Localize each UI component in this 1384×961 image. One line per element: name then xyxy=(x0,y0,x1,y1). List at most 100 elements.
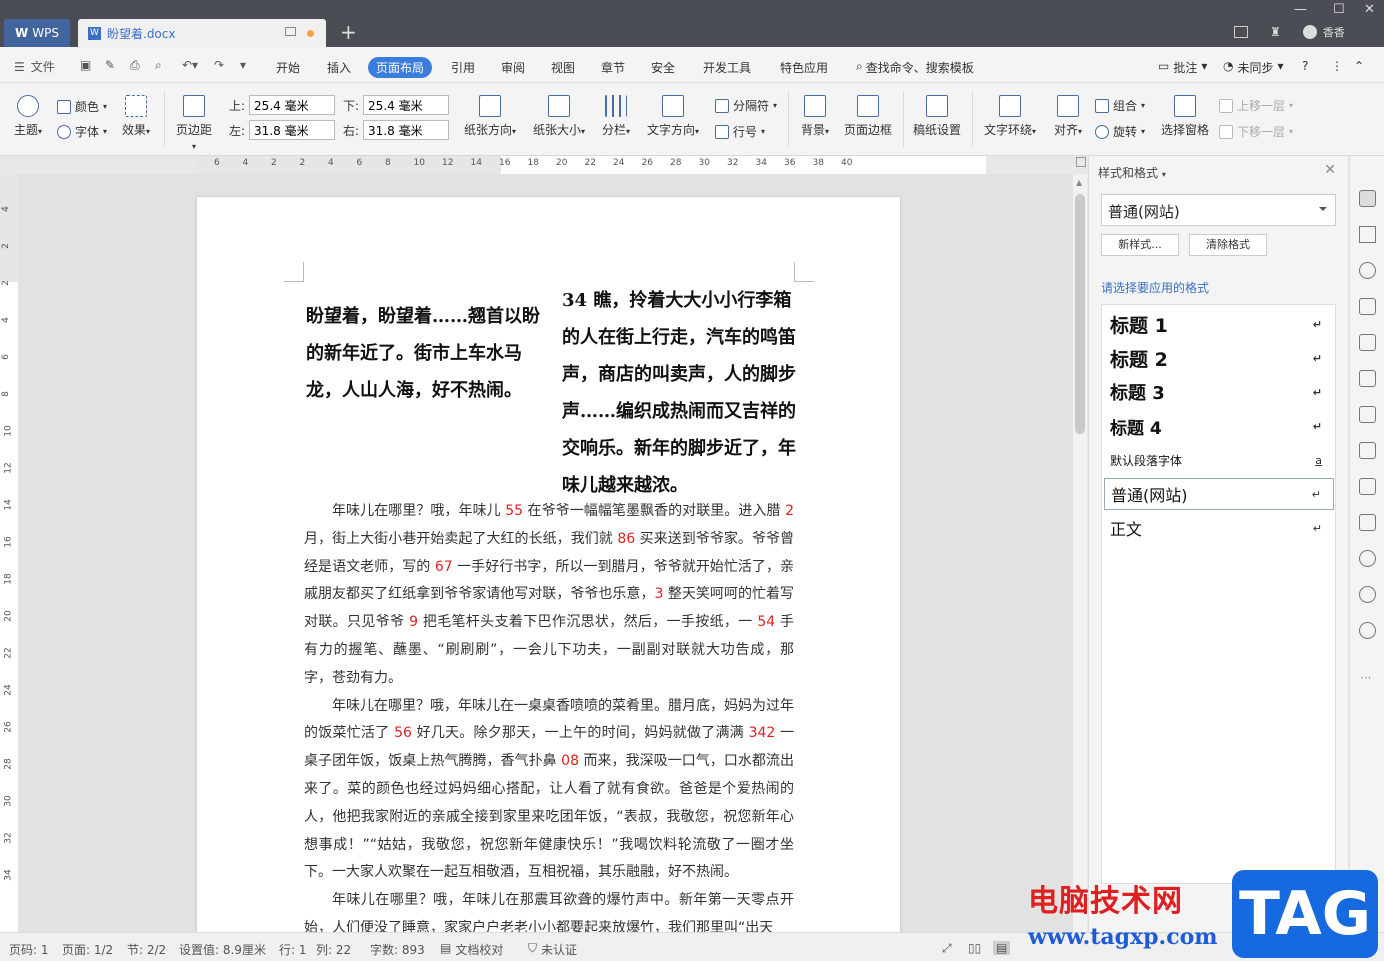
shapes-icon[interactable] xyxy=(1359,262,1376,279)
history-icon[interactable] xyxy=(1359,586,1376,603)
undo-icon[interactable]: ↶▾ xyxy=(182,58,198,72)
select-cursor-icon[interactable] xyxy=(1359,226,1376,243)
scroll-up-icon[interactable]: ▲ xyxy=(1076,178,1082,187)
menu-home[interactable]: 开始 xyxy=(276,59,300,76)
monitor-icon[interactable] xyxy=(285,27,296,36)
column1-heading-text[interactable]: 盼望着，盼望着……翘首以盼的新年近了。街市上车水马龙，人山人海，好不热闹。 xyxy=(306,298,542,409)
translate-icon[interactable] xyxy=(1359,442,1376,459)
print-preview-icon[interactable]: ⌕ xyxy=(155,58,162,73)
status-section[interactable]: 节: 2/2 xyxy=(127,941,166,958)
status-page-number[interactable]: 页码: 1 xyxy=(9,941,49,958)
redo-icon[interactable]: ↷ xyxy=(214,58,224,72)
help-icon[interactable]: ? xyxy=(1302,59,1308,73)
line-number-button[interactable]: 行号 ▾ xyxy=(715,123,765,140)
status-line[interactable]: 行: 1 xyxy=(279,941,307,958)
margins-button[interactable]: 页边距▾ xyxy=(174,95,214,152)
vertical-ruler[interactable]: 4 2 2 4 6 8 10 12 14 16 18 20 22 24 26 28 30 32 34 xyxy=(0,174,18,932)
archive-icon[interactable] xyxy=(1359,478,1376,495)
style-normal-web[interactable]: 普通(网站) ↵ xyxy=(1104,478,1334,510)
theme-button[interactable]: 主题▾ xyxy=(12,95,44,138)
menu-chapter[interactable]: 章节 xyxy=(601,59,625,76)
file-menu[interactable]: ☰ 文件 xyxy=(14,58,55,75)
adjust-icon[interactable] xyxy=(1359,370,1376,387)
orientation-button[interactable]: 纸张方向▾ xyxy=(462,95,518,138)
style-heading-4[interactable]: 标题 4 ↵ xyxy=(1104,410,1334,442)
page-view-icon[interactable]: ▤ xyxy=(993,941,1011,955)
more-horizontal-icon[interactable]: ··· xyxy=(1360,671,1371,685)
collapse-ribbon-icon[interactable]: ⌃ xyxy=(1354,59,1364,73)
rotate-button[interactable]: 旋转 ▾ xyxy=(1095,123,1145,140)
clear-format-button[interactable]: 清除格式 xyxy=(1189,234,1267,256)
fullscreen-icon[interactable]: ⤢ xyxy=(942,941,952,956)
send-backward-button[interactable]: 下移一层 ▾ xyxy=(1219,123,1293,140)
help-circle-icon[interactable] xyxy=(1359,622,1376,639)
color-button[interactable]: 颜色 ▾ xyxy=(57,98,107,115)
new-style-button[interactable]: 新样式... xyxy=(1101,234,1179,256)
maximize-icon[interactable]: ☐ xyxy=(1333,2,1345,17)
ruler-corner-icon[interactable] xyxy=(1076,157,1086,167)
style-heading-1[interactable]: 标题 1 ↵ xyxy=(1104,308,1334,340)
menu-view[interactable]: 视图 xyxy=(551,59,575,76)
annotate-button[interactable]: ▭ 批注 ▾ xyxy=(1158,59,1207,76)
page-border-button[interactable]: 页面边框 xyxy=(843,95,893,138)
document-tab[interactable]: W 盼望着.docx xyxy=(78,19,326,47)
paragraph-1[interactable]: 年味儿在哪里？哦，年味儿 55 在爷爷一幅幅笔墨飘香的对联里。进入腊 2 月，街… xyxy=(304,498,794,693)
style-body-text[interactable]: 正文 ↵ xyxy=(1104,512,1334,544)
command-search[interactable]: ⌕ 查找命令、搜索模板 xyxy=(856,59,974,76)
menu-security[interactable]: 安全 xyxy=(651,59,675,76)
window-count-icon[interactable] xyxy=(1234,26,1248,38)
sync-button[interactable]: ◔ 未同步 ▾ xyxy=(1223,59,1284,76)
document-body[interactable]: 年味儿在哪里？哦，年味儿 55 在爷爷一幅幅笔墨飘香的对联里。进入腊 2 月，街… xyxy=(304,498,794,943)
vertical-scrollbar[interactable]: ▲ xyxy=(1073,174,1087,932)
status-column[interactable]: 列: 22 xyxy=(316,941,351,958)
align-button[interactable]: 对齐▾ xyxy=(1050,95,1086,138)
skin-icon[interactable]: ♜ xyxy=(1270,25,1281,39)
print-icon[interactable]: ⎙ xyxy=(130,58,140,73)
panel-close-icon[interactable]: ✕ xyxy=(1324,162,1336,178)
image-gallery-icon[interactable] xyxy=(1359,406,1376,423)
menu-page-layout[interactable]: 页面布局 xyxy=(368,57,433,78)
bring-forward-button[interactable]: 上移一层 ▾ xyxy=(1219,97,1293,114)
panel-title[interactable]: 样式和格式 ▾ xyxy=(1098,164,1166,181)
menu-references[interactable]: 引用 xyxy=(451,59,475,76)
style-heading-2[interactable]: 标题 2 ↵ xyxy=(1104,342,1334,374)
separator-button[interactable]: 分隔符 ▾ xyxy=(715,97,777,114)
reading-mode-icon[interactable]: ▯▯ xyxy=(968,941,981,955)
status-setting[interactable]: 设置值: 8.9厘米 xyxy=(179,941,266,958)
background-button[interactable]: 背景▾ xyxy=(798,95,832,138)
margin-left-input[interactable] xyxy=(249,120,336,140)
minimize-icon[interactable]: — xyxy=(1294,2,1307,17)
margin-top-input[interactable] xyxy=(249,95,336,115)
styles-pen-icon[interactable] xyxy=(1359,190,1376,207)
new-tab-plus-icon[interactable]: + xyxy=(340,20,357,44)
menu-developer[interactable]: 开发工具 xyxy=(703,59,751,76)
user-account[interactable]: 香香 xyxy=(1302,24,1345,40)
auth-status[interactable]: ⛉ 未认证 xyxy=(528,941,577,958)
paper-size-button[interactable]: 纸张大小▾ xyxy=(531,95,587,138)
margin-bottom-input[interactable] xyxy=(363,95,450,115)
effect-button[interactable]: 效果▾ xyxy=(119,95,153,138)
status-word-count[interactable]: 字数: 893 xyxy=(370,941,425,958)
style-heading-3[interactable]: 标题 3 ↵ xyxy=(1104,376,1334,408)
menu-insert[interactable]: 插入 xyxy=(327,59,351,76)
proofread-button[interactable]: ▤ 文档校对 xyxy=(440,941,503,958)
close-window-icon[interactable]: ✕ xyxy=(1364,2,1375,17)
column2-heading-text[interactable]: 34 瞧，拎着大大小小行李箱的人在街上行走，汽车的鸣笛声，商店的叫卖声，人的脚步… xyxy=(562,282,798,504)
shield-icon[interactable] xyxy=(1359,550,1376,567)
wps-home-tab[interactable]: W WPS xyxy=(4,19,70,47)
text-wrap-button[interactable]: 文字环绕▾ xyxy=(981,95,1039,138)
text-direction-button[interactable]: 文字方向▾ xyxy=(645,95,701,138)
menu-review[interactable]: 审阅 xyxy=(501,59,525,76)
group-button[interactable]: 组合 ▾ xyxy=(1095,97,1145,114)
margin-right-input[interactable] xyxy=(363,120,450,140)
customize-qa-icon[interactable]: ▾ xyxy=(240,58,246,72)
paragraph-2[interactable]: 年味儿在哪里？哦，年味儿在一桌桌香喷喷的菜肴里。腊月底，妈妈为过年的饭菜忙活了 … xyxy=(304,693,794,888)
more-icon[interactable]: ⋮ xyxy=(1331,59,1343,73)
picture-icon[interactable] xyxy=(1359,514,1376,531)
selection-pane-button[interactable]: 选择窗格 xyxy=(1160,95,1210,138)
save-icon[interactable]: ▣ xyxy=(80,58,91,72)
menu-features[interactable]: 特色应用 xyxy=(780,59,828,76)
current-style-select[interactable]: 普通(网站) xyxy=(1101,194,1336,226)
columns-button[interactable]: 分栏▾ xyxy=(600,95,632,138)
font-button[interactable]: 字体 ▾ xyxy=(57,123,107,140)
